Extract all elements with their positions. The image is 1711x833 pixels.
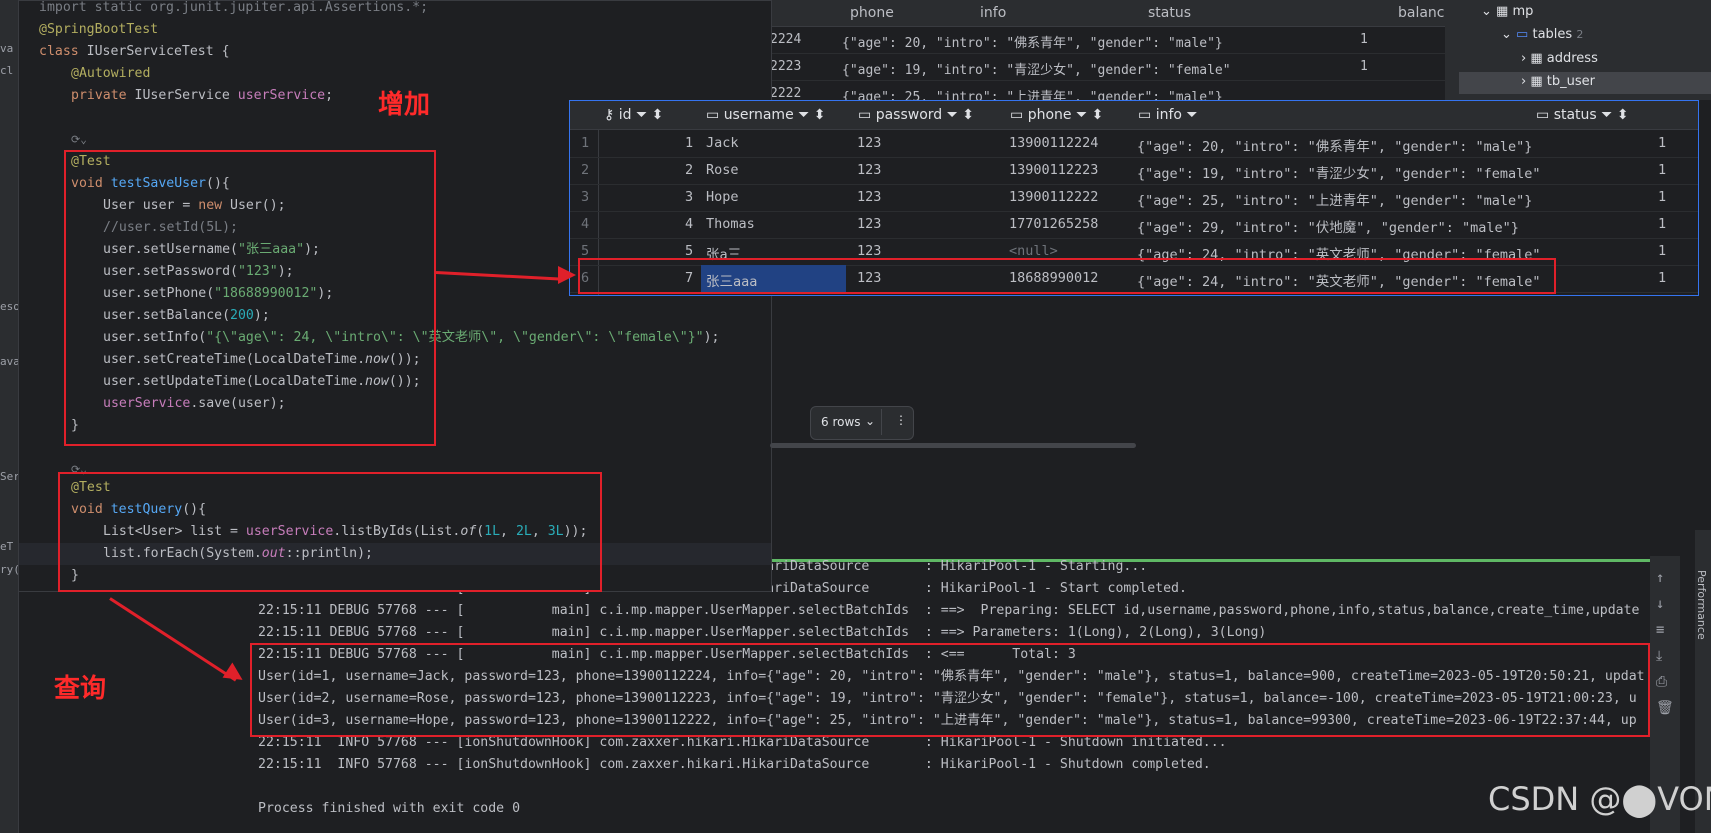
bg-col-phone[interactable]: phone (850, 5, 894, 21)
pill-divider (881, 409, 882, 435)
code-line: @SpringBootTest (39, 22, 159, 37)
bg-col-balance[interactable]: balanc (1398, 5, 1445, 21)
console-exit-line: Process finished with exit code 0 (258, 801, 521, 816)
code-line: class IUserServiceTest { (39, 44, 230, 59)
query-arrow (109, 597, 237, 682)
bg-cell: {"age": 19, "intro": "青涩少女", "gender": "… (842, 63, 1231, 78)
bg-cell: 2223 (770, 59, 802, 74)
strip-text: ry( (0, 563, 20, 576)
rows-count-dropdown[interactable]: 6 rows ⌄ ⋮ (810, 406, 914, 440)
col-info[interactable]: ▭ info ⏷ (1138, 107, 1198, 123)
bg-cell: 1 (1360, 32, 1368, 47)
console-line: 22:15:11 DEBUG 57768 --- [ main] c.i.mp.… (258, 603, 1640, 618)
print-icon[interactable]: ⎙ (1656, 674, 1667, 690)
scroll-end-icon[interactable]: ⤓ (1656, 648, 1662, 664)
code-line: @Autowired (71, 66, 151, 81)
col-id[interactable]: ⚷ id ⏷ ⬍ (604, 107, 663, 123)
bg-col-status[interactable]: status (1148, 5, 1191, 21)
grid-header: ⚷ id ⏷ ⬍ ▭ username ⏷ ⬍ ▭ password ⏷ ⬍ ▭… (570, 101, 1698, 130)
trash-icon[interactable]: 🗑 (1656, 700, 1674, 716)
console-line: 22:15:11 DEBUG 57768 --- [ main] c.i.mp.… (258, 625, 1267, 640)
tree-item-address[interactable]: › ▦ address (1521, 51, 1598, 66)
tree-node-db[interactable]: ⌄ ▦ mp (1481, 4, 1533, 19)
console-line: 22:15:11 INFO 57768 --- [ionShutdownHook… (258, 757, 1211, 772)
strip-text: eso (0, 300, 20, 313)
bg-cell: 1 (1360, 59, 1368, 74)
col-phone[interactable]: ▭ phone ⏷ ⬍ (1010, 107, 1103, 123)
new-row-highlight (578, 258, 1556, 294)
code-line: private IUserService userService; (71, 88, 334, 103)
table-name: tb_user (1546, 74, 1595, 89)
horizontal-scrollbar[interactable] (770, 443, 1136, 448)
save-test-highlight (64, 150, 436, 446)
code-line: import static org.junit.jupiter.api.Asse… (39, 0, 429, 15)
watermark: CSDN @⬤VON (1488, 780, 1711, 818)
arrow-down-icon[interactable]: ↓ (1656, 596, 1664, 612)
tables-count: 2 (1576, 28, 1584, 41)
bg-cell: {"age": 20, "intro": "佛系青年", "gender": "… (842, 36, 1223, 51)
performance-label: Performance (1695, 570, 1708, 640)
query-output-highlight (250, 643, 1650, 737)
col-password[interactable]: ▭ password ⏷ ⬍ (858, 107, 974, 123)
tree-item-tb-user[interactable]: › ▦ tb_user (1521, 74, 1595, 89)
table-name: address (1546, 51, 1598, 66)
database-tree: ⌄ ▦ mp ⌄ ▭ tables 2 › ▦ address › ▦ tb_u… (1445, 0, 1711, 100)
more-options-icon[interactable]: ⋮ (895, 413, 907, 427)
arrow-up-icon[interactable]: ↑ (1656, 570, 1664, 586)
table-row[interactable]: 1 1 Jack 123 13900112224 {"age": 20, "in… (570, 130, 1698, 158)
project-tool-strip: va cl eso ava Ser eT ry( (0, 0, 20, 833)
query-arrow-head (222, 662, 248, 688)
add-annotation: 增加 (378, 90, 431, 120)
bg-col-info[interactable]: info (980, 5, 1006, 21)
run-gutter-icon[interactable]: ⟳⌄ (71, 129, 87, 151)
folder-icon: ▭ (1516, 27, 1529, 42)
db-name: mp (1512, 4, 1534, 19)
strip-text: ava (0, 355, 20, 368)
table-icon: ▦ (1530, 74, 1543, 89)
strip-text: va (0, 42, 14, 55)
tables-label: tables (1532, 27, 1573, 42)
col-status[interactable]: ▭ status ⏷ ⬍ (1536, 107, 1629, 123)
add-arrow-head (558, 266, 576, 284)
query-test-highlight (58, 472, 602, 592)
table-row[interactable]: 4 4 Thomas 123 17701265258 {"age": 29, "… (570, 211, 1698, 239)
table-row[interactable]: 3 3 Hope 123 13900112222 {"age": 25, "in… (570, 184, 1698, 212)
chevron-down-icon: ⌄ (865, 414, 876, 428)
tree-node-tables[interactable]: ⌄ ▭ tables 2 (1501, 27, 1583, 42)
rows-count-label: 6 rows (821, 415, 861, 429)
strip-text: Ser (0, 470, 20, 483)
bg-cell: 2224 (770, 32, 802, 47)
strip-text: eT (0, 540, 14, 553)
strip-text: cl (0, 64, 14, 77)
query-annotation: 查询 (54, 674, 107, 704)
bg-cell: 2222 (770, 86, 802, 101)
table-icon: ▦ (1530, 51, 1543, 66)
table-row[interactable]: 2 2 Rose 123 13900112223 {"age": 19, "in… (570, 157, 1698, 185)
col-username[interactable]: ▭ username ⏷ ⬍ (706, 107, 826, 123)
soft-wrap-icon[interactable]: ≡ (1656, 622, 1664, 638)
